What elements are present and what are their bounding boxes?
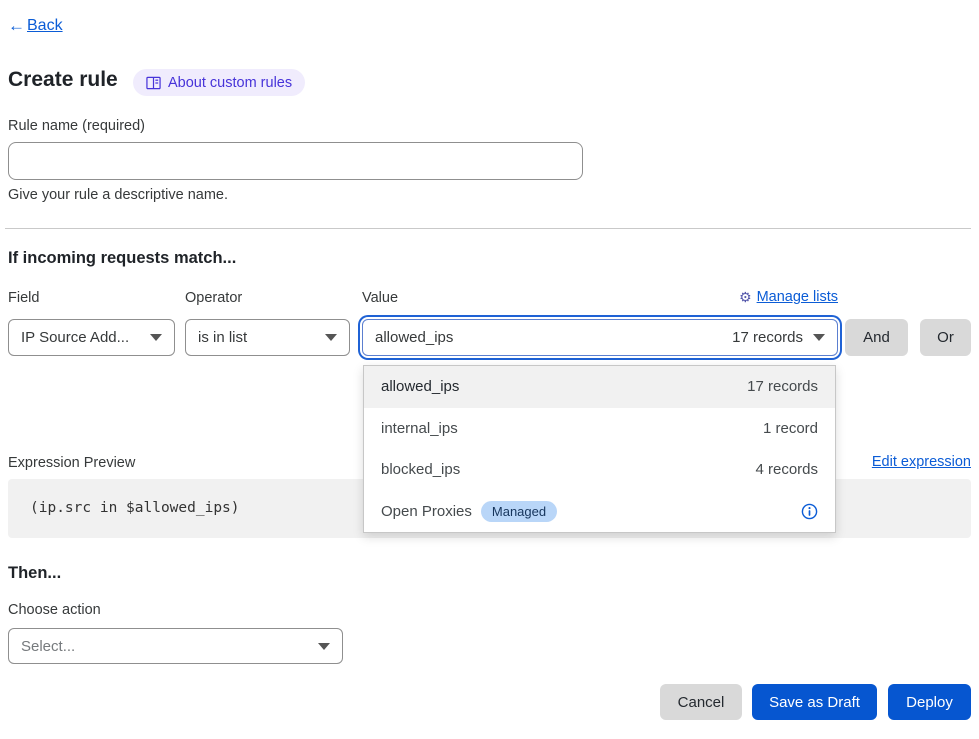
or-button[interactable]: Or (920, 319, 971, 356)
chevron-down-icon (150, 334, 162, 341)
gear-icon: ⚙ (739, 290, 752, 304)
and-button[interactable]: And (845, 319, 908, 356)
deploy-button[interactable]: Deploy (888, 684, 971, 720)
back-link[interactable]: ← Back (8, 16, 63, 36)
chevron-down-icon (325, 334, 337, 341)
edit-expression-link[interactable]: Edit expression (872, 454, 971, 470)
book-icon (146, 76, 161, 90)
value-select[interactable]: allowed_ips 17 records (362, 319, 838, 356)
about-custom-rules-link[interactable]: About custom rules (133, 69, 305, 96)
expression-code: (ip.src in $allowed_ips) (30, 500, 240, 516)
back-arrow-icon: ← (8, 16, 25, 36)
field-select[interactable]: IP Source Add... (8, 319, 175, 356)
list-option-records: 4 records (755, 461, 818, 478)
list-option-name: Open Proxies (381, 503, 472, 520)
value-select-value: allowed_ips (375, 329, 732, 346)
list-option-name: allowed_ips (381, 378, 459, 395)
expression-preview-label: Expression Preview (8, 455, 135, 471)
operator-label: Operator (185, 290, 242, 306)
chevron-down-icon (813, 334, 825, 341)
rule-name-input[interactable] (8, 142, 583, 180)
match-section-heading: If incoming requests match... (8, 249, 236, 268)
page-title: Create rule (8, 68, 118, 92)
list-option-records: 17 records (747, 378, 818, 395)
operator-select[interactable]: is in list (185, 319, 350, 356)
choose-action-label: Choose action (8, 602, 101, 618)
chevron-down-icon (318, 643, 330, 650)
managed-badge: Managed (481, 501, 557, 522)
about-badge-label: About custom rules (168, 75, 292, 91)
info-icon[interactable] (801, 503, 818, 520)
section-divider (5, 228, 971, 229)
then-section-heading: Then... (8, 564, 61, 583)
field-select-value: IP Source Add... (21, 329, 140, 346)
action-select-placeholder: Select... (21, 638, 308, 655)
action-select[interactable]: Select... (8, 628, 343, 664)
list-option-internal-ips[interactable]: internal_ips 1 record (364, 408, 835, 450)
save-as-draft-button[interactable]: Save as Draft (752, 684, 877, 720)
list-option-allowed-ips[interactable]: allowed_ips 17 records (364, 366, 835, 408)
manage-lists-link[interactable]: ⚙ Manage lists (362, 289, 838, 305)
back-label: Back (27, 17, 63, 35)
list-option-open-proxies[interactable]: Open Proxies Managed (364, 491, 835, 533)
field-label: Field (8, 290, 39, 306)
list-option-records: 1 record (763, 420, 818, 437)
list-dropdown: allowed_ips 17 records internal_ips 1 re… (363, 365, 836, 533)
operator-select-value: is in list (198, 329, 315, 346)
list-option-blocked-ips[interactable]: blocked_ips 4 records (364, 449, 835, 491)
manage-lists-label: Manage lists (757, 289, 838, 305)
rule-name-label: Rule name (required) (8, 118, 145, 134)
cancel-button[interactable]: Cancel (660, 684, 742, 720)
rule-name-help-text: Give your rule a descriptive name. (8, 187, 228, 203)
create-rule-page: ← Back Create rule About custom rules Ru… (0, 0, 979, 739)
value-select-record-count: 17 records (732, 329, 803, 346)
list-option-name: blocked_ips (381, 461, 460, 478)
list-option-name: internal_ips (381, 420, 458, 437)
